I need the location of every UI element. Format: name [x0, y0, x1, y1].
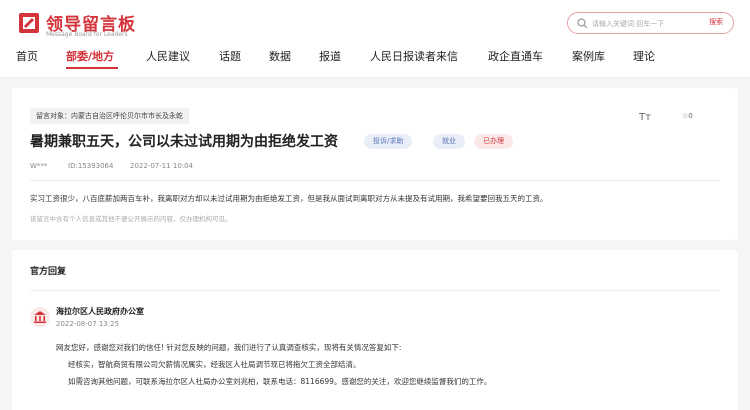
logo-icon [19, 13, 39, 33]
divider [30, 290, 720, 291]
message-content: 实习工资很少，八百底薪加两百车补，我离职对方却以未过试用期为由拒绝发工资，但是我… [30, 194, 548, 203]
site-logo[interactable]: 领导留言板 Message Board for Leaders [18, 10, 158, 40]
favorite-button[interactable]: ☆0 [682, 112, 693, 120]
nav-item-reports[interactable]: 报道 [319, 48, 341, 64]
tag-status: 已办理 [474, 134, 513, 149]
message-author: W*** [30, 162, 48, 170]
search-button[interactable]: 搜索 [709, 17, 723, 27]
government-building-icon [30, 307, 50, 327]
search-input[interactable] [592, 16, 692, 31]
font-size-icon[interactable]: Tт [639, 112, 651, 123]
privacy-notice: 该留言中含有个人信息或其他不便公开展示的内容，仅办理机构可见。 [30, 215, 232, 223]
main-nav: 首页 部委/地方 人民建议 话题 数据 报道 人民日报读者来信 政企直通车 案例… [0, 44, 750, 70]
nav-item-letters[interactable]: 人民日报读者来信 [370, 48, 458, 64]
nav-active-underline [66, 67, 118, 69]
message-target[interactable]: 留言对象：内蒙古自治区呼伦贝尔市市长及永乾 [30, 108, 189, 124]
reply-org-name: 海拉尔区人民政府办公室 [56, 306, 144, 316]
tag-type[interactable]: 投诉/求助 [364, 134, 413, 149]
nav-item-suggestions[interactable]: 人民建议 [146, 48, 190, 64]
search-box: 搜索 [567, 12, 734, 34]
reply-line: 网友您好，感谢您对我们的信任! 针对您反映的问题，我们进行了认真调查核实，现将有… [56, 343, 402, 352]
nav-item-cases[interactable]: 案例库 [572, 48, 605, 64]
nav-item-ministries[interactable]: 部委/地方 [66, 48, 114, 64]
nav-item-topics[interactable]: 话题 [219, 48, 241, 64]
nav-item-data[interactable]: 数据 [269, 48, 291, 64]
reply-line: 经核实，智航商贸有限公司欠薪情况属实，经我区人社局调节现已将拖欠工资全部结清。 [68, 360, 361, 369]
nav-item-theory[interactable]: 理论 [633, 48, 655, 64]
message-id: ID:15393064 [68, 162, 114, 170]
nav-item-home[interactable]: 首页 [16, 48, 38, 64]
site-header: 领导留言板 Message Board for Leaders 搜索 首页 部委… [0, 0, 750, 78]
search-icon [577, 18, 588, 29]
reply-line: 如需咨询其他问题，可联系海拉尔区人社局办公室刘兆柏，联系电话：8116699。感… [68, 377, 492, 386]
message-title: 暑期兼职五天，公司以未过试用期为由拒绝发工资 [30, 134, 338, 150]
tag-field[interactable]: 就业 [433, 134, 465, 149]
divider [30, 180, 720, 181]
nav-item-enterprise[interactable]: 政企直通车 [488, 48, 543, 64]
reply-date: 2022-08-07 13:25 [56, 320, 120, 328]
reply-card: 官方回复 海拉尔区人民政府办公室 2022-08-07 13:25 网友您好，感… [12, 250, 738, 410]
message-date: 2022-07-11 10:04 [130, 162, 194, 170]
message-card: 留言对象：内蒙古自治区呼伦贝尔市市长及永乾 暑期兼职五天，公司以未过试用期为由拒… [12, 88, 738, 240]
reply-heading: 官方回复 [30, 267, 67, 277]
logo-subtitle: Message Board for Leaders [46, 31, 128, 38]
